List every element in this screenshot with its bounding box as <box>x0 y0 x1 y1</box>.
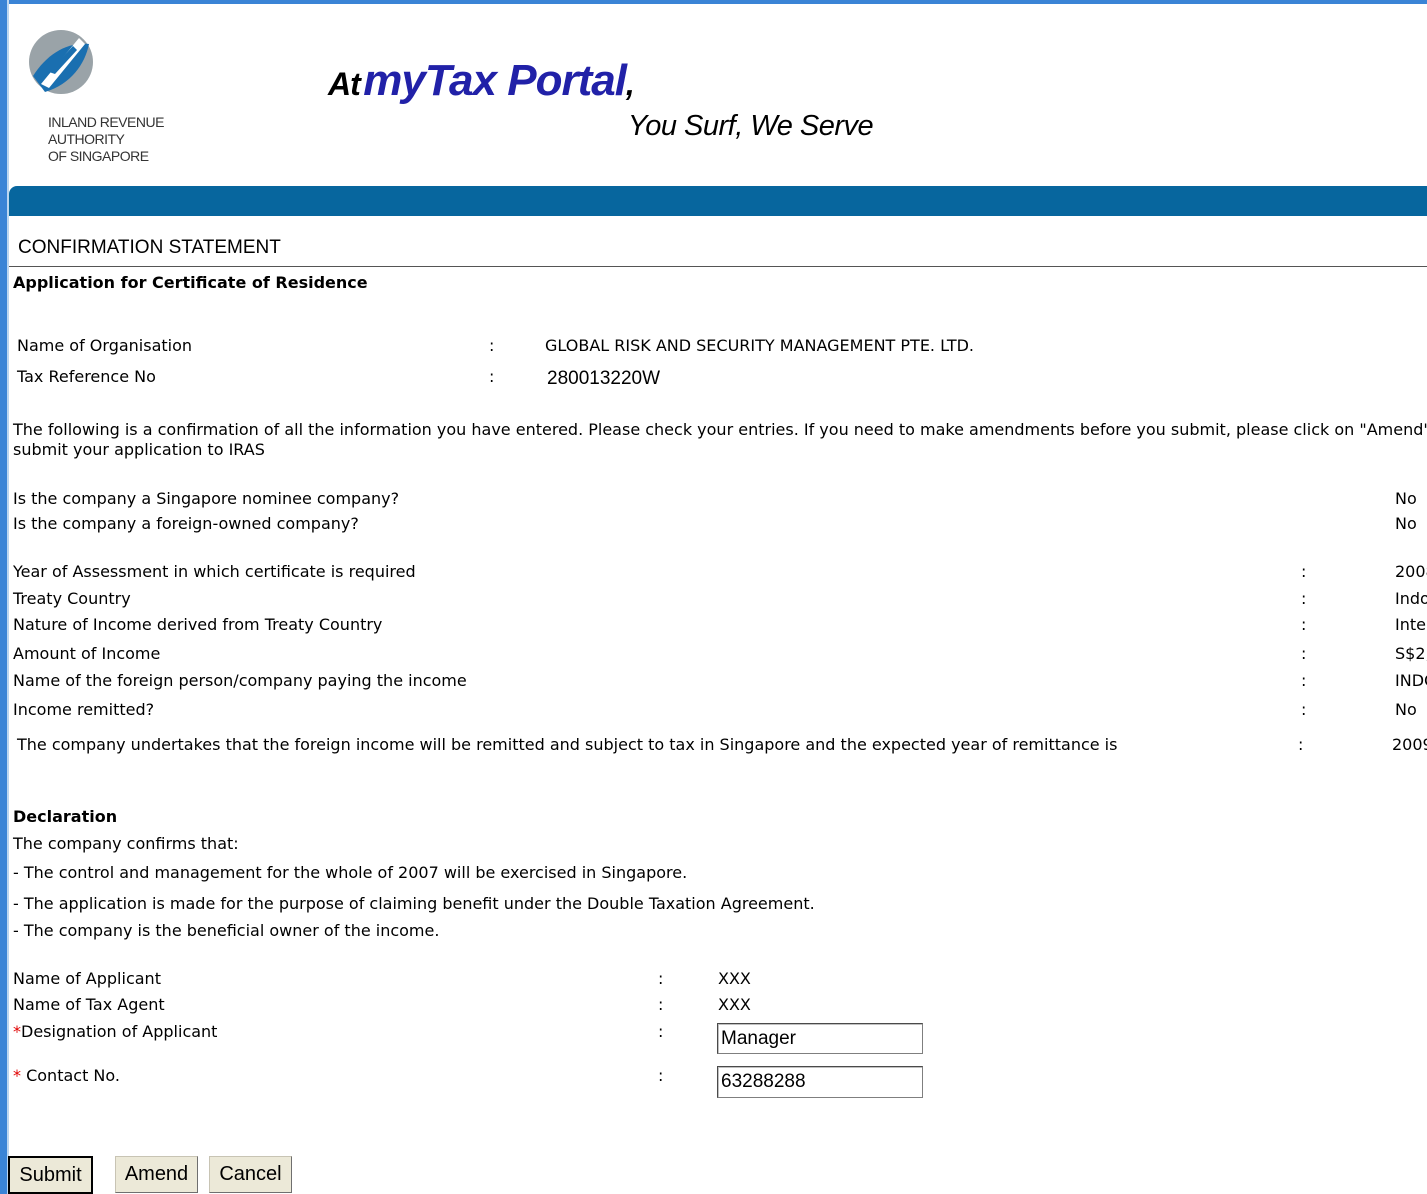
question-nominee-label: Is the company a Singapore nominee compa… <box>13 489 400 508</box>
tax-ref-value: 280013220W <box>547 368 661 389</box>
tax-ref-label: Tax Reference No <box>17 367 156 386</box>
detail-treaty-country-value: Indo <box>1395 589 1427 608</box>
question-nominee-value: No <box>1395 489 1417 508</box>
required-asterisk: * <box>13 1022 21 1041</box>
detail-amount-separator: : <box>1301 644 1307 663</box>
detail-remitted-value: No <box>1395 700 1417 719</box>
detail-payer-separator: : <box>1301 671 1307 690</box>
detail-payer-value: INDO <box>1395 671 1427 690</box>
intro-line-2: submit your application to IRAS <box>13 440 265 459</box>
designation-label-text: Designation of Applicant <box>21 1022 218 1041</box>
window-left-border-inner <box>7 0 9 1194</box>
cancel-button[interactable]: Cancel <box>209 1156 292 1193</box>
detail-nature-income-separator: : <box>1301 615 1307 634</box>
amend-button[interactable]: Amend <box>115 1156 198 1193</box>
org-name-line-2: AUTHORITY <box>48 131 125 147</box>
contact-separator: : <box>658 1066 664 1085</box>
detail-payer-label: Name of the foreign person/company payin… <box>13 671 467 690</box>
header-bar <box>9 186 1427 216</box>
tax-ref-separator: : <box>489 367 495 386</box>
detail-treaty-country-label: Treaty Country <box>13 589 131 608</box>
submit-button[interactable]: Submit <box>8 1156 93 1194</box>
window-left-border <box>0 0 7 1194</box>
portal-brand-name: myTax Portal <box>363 56 627 105</box>
contact-number-input[interactable] <box>717 1066 923 1098</box>
org-name-separator: : <box>489 336 495 355</box>
question-foreign-owned-label: Is the company a foreign-owned company? <box>13 514 359 533</box>
detail-remittance-year-label: The company undertakes that the foreign … <box>17 735 1118 754</box>
org-name-line-3: OF SINGAPORE <box>48 148 149 164</box>
detail-ya-label: Year of Assessment in which certificate … <box>13 562 416 581</box>
contact-label-text: Contact No. <box>21 1066 120 1085</box>
designation-input[interactable] <box>717 1023 923 1054</box>
applicant-name-value: XXX <box>718 969 751 988</box>
detail-nature-income-label: Nature of Income derived from Treaty Cou… <box>13 615 383 634</box>
detail-remittance-year-value: 2009 <box>1392 735 1427 754</box>
declaration-item: - The company is the beneficial owner of… <box>13 921 440 940</box>
iras-logo-icon <box>27 24 95 102</box>
iras-org-name: INLAND REVENUE AUTHORITY OF SINGAPORE <box>48 114 164 165</box>
portal-tagline: At myTax Portal, <box>328 56 635 106</box>
declaration-intro: The company confirms that: <box>13 834 239 853</box>
designation-separator: : <box>658 1022 664 1041</box>
detail-ya-value: 2008 <box>1395 562 1427 581</box>
tagline-at: At <box>328 66 361 102</box>
detail-nature-income-value: Inte <box>1395 615 1426 634</box>
question-foreign-owned-value: No <box>1395 514 1417 533</box>
declaration-item: - The application is made for the purpos… <box>13 894 815 913</box>
tax-agent-value: XXX <box>718 995 751 1014</box>
org-name-line-1: INLAND REVENUE <box>48 114 164 130</box>
designation-label: *Designation of Applicant <box>13 1023 217 1041</box>
org-name-value: GLOBAL RISK AND SECURITY MANAGEMENT PTE.… <box>545 336 974 355</box>
tax-agent-label: Name of Tax Agent <box>13 995 165 1014</box>
org-name-label: Name of Organisation <box>17 336 193 355</box>
applicant-name-label: Name of Applicant <box>13 969 161 988</box>
title-divider <box>9 266 1427 267</box>
detail-remitted-separator: : <box>1301 700 1307 719</box>
tagline-comma: , <box>625 66 635 102</box>
detail-amount-label: Amount of Income <box>13 644 161 663</box>
declaration-heading: Declaration <box>13 807 118 826</box>
required-asterisk: * <box>13 1066 21 1085</box>
detail-remitted-label: Income remitted? <box>13 700 155 719</box>
detail-treaty-country-separator: : <box>1301 589 1307 608</box>
declaration-item: - The control and management for the who… <box>13 863 688 882</box>
page-subtitle: Application for Certificate of Residence <box>13 273 368 292</box>
applicant-name-separator: : <box>658 969 664 988</box>
detail-remittance-year-separator: : <box>1298 735 1304 754</box>
intro-line-1: The following is a confirmation of all t… <box>13 420 1427 439</box>
portal-slogan: You Surf, We Serve <box>628 110 874 142</box>
contact-label: * Contact No. <box>13 1067 120 1085</box>
detail-amount-value: S$2, <box>1395 644 1427 663</box>
page-title: CONFIRMATION STATEMENT <box>18 237 281 258</box>
detail-ya-separator: : <box>1301 562 1307 581</box>
window-top-border <box>0 0 1427 4</box>
tax-agent-separator: : <box>658 995 664 1014</box>
